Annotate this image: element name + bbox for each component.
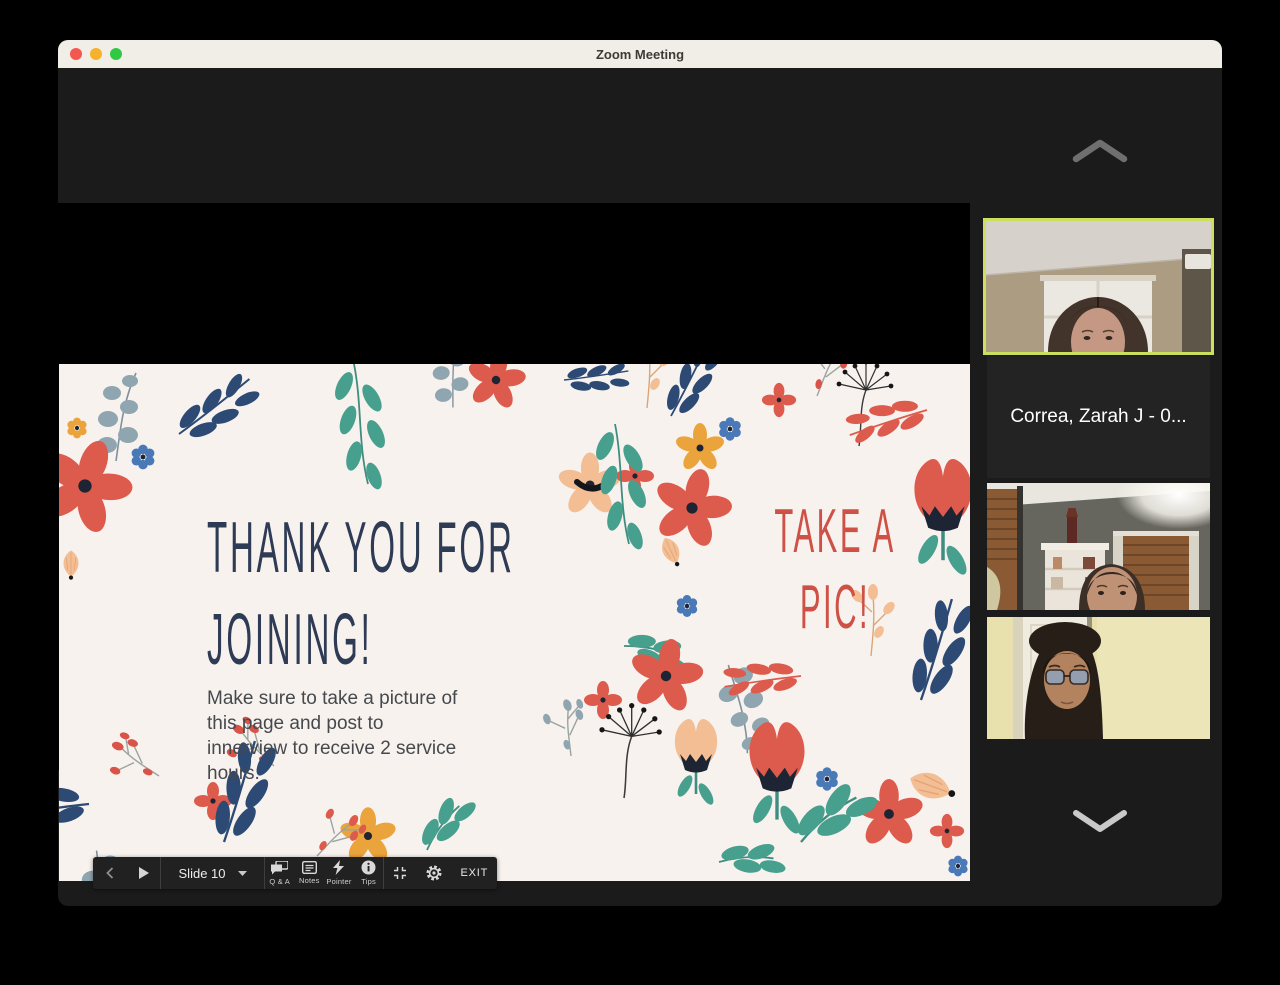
- participant-video-2: [987, 483, 1210, 610]
- video-tile-3[interactable]: [987, 617, 1210, 739]
- slide-selector-label: Slide 10: [178, 865, 226, 881]
- tips-button[interactable]: Tips: [354, 857, 384, 889]
- meeting-content: THANK YOU FOR JOINING! Make sure to take…: [58, 68, 1222, 906]
- video-tile-active-speaker[interactable]: [983, 218, 1214, 355]
- notes-icon: [301, 861, 317, 874]
- participant-video-1: [986, 221, 1211, 352]
- presenter-toolbar: Slide 10 Q & A Notes Pointer Tips EXIT: [93, 857, 497, 889]
- video-tile-2[interactable]: [987, 483, 1210, 610]
- info-icon: [361, 860, 376, 875]
- participant-video-3: [987, 617, 1210, 739]
- next-slide-button[interactable]: [127, 857, 161, 889]
- chevron-up-icon[interactable]: [1072, 138, 1128, 164]
- fullscreen-toggle-button[interactable]: [384, 857, 416, 889]
- notes-button[interactable]: Notes: [295, 857, 325, 889]
- previous-slide-button[interactable]: [93, 857, 127, 889]
- slide-body-text: Make sure to take a picture of this page…: [207, 688, 458, 784]
- compress-icon: [394, 867, 407, 879]
- laser-pointer-icon: [332, 860, 344, 875]
- window-titlebar: Zoom Meeting: [58, 40, 1222, 68]
- chevron-down-icon[interactable]: [1072, 808, 1128, 834]
- participant-name-tile[interactable]: Correa, Zarah J - 0...: [987, 356, 1210, 478]
- presentation-slide: THANK YOU FOR JOINING! Make sure to take…: [59, 364, 970, 881]
- slide-cta-text: TAKE A PIC!: [774, 497, 896, 642]
- zoom-meeting-window: Zoom Meeting THANK YOU FOR JOINING! Make…: [58, 40, 1222, 906]
- slide-selector[interactable]: Slide 10: [161, 866, 264, 881]
- qa-button[interactable]: Q & A: [265, 857, 295, 889]
- slide-title: THANK YOU FOR JOINING!: [207, 508, 515, 680]
- participant-name-label: Correa, Zarah J - 0...: [1010, 406, 1187, 427]
- exit-presentation-button[interactable]: EXIT: [452, 857, 497, 889]
- gear-icon: [426, 865, 442, 881]
- shared-screen-area: THANK YOU FOR JOINING! Make sure to take…: [58, 203, 970, 889]
- chevron-down-icon: [237, 870, 247, 876]
- settings-button[interactable]: [416, 857, 452, 889]
- qa-icon: [271, 860, 289, 874]
- pointer-button[interactable]: Pointer: [324, 857, 354, 889]
- window-title: Zoom Meeting: [595, 46, 685, 62]
